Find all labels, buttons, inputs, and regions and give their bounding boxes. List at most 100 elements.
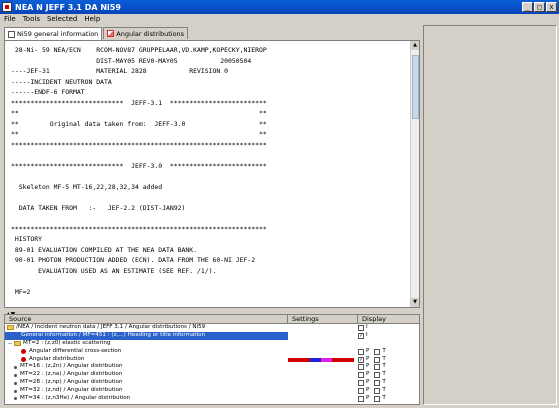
tree-display-cell: PT bbox=[358, 387, 419, 395]
display-checkbox[interactable] bbox=[358, 356, 364, 363]
colorbar-segment bbox=[310, 357, 321, 362]
tree-settings-cell[interactable] bbox=[288, 371, 358, 379]
display-checkbox-label: P bbox=[366, 379, 370, 386]
text-line: ------ENDF-6 FORMAT bbox=[11, 88, 85, 96]
tree-row[interactable]: /NEA / Incident neutron data / JEFF 3.1 … bbox=[5, 324, 419, 332]
tree-row[interactable]: General information / MF=451 : (z,...) H… bbox=[5, 331, 419, 340]
display-checkbox-label: T bbox=[382, 363, 386, 370]
tree-item-label: MT=28 : (z,np) / Angular distribution bbox=[20, 379, 123, 386]
tree-item-label: Angular differential cross-section bbox=[29, 347, 122, 354]
source-tree-panel: Source Settings Display /NEA / Incident … bbox=[4, 314, 420, 405]
display-checkbox[interactable] bbox=[358, 364, 364, 371]
display-checkbox[interactable] bbox=[358, 388, 364, 395]
column-display[interactable]: Display bbox=[358, 315, 419, 323]
tree-source-cell: − MT=2 : (z,z0) elastic scattering bbox=[5, 340, 288, 348]
display-checkbox[interactable] bbox=[358, 372, 364, 379]
display-checkbox[interactable] bbox=[374, 380, 381, 387]
tree-source-cell: MT=28 : (z,np) / Angular distribution bbox=[5, 379, 288, 387]
collapse-icon[interactable]: − bbox=[7, 340, 13, 347]
display-checkbox[interactable] bbox=[358, 348, 364, 355]
colorbar-segment bbox=[343, 357, 354, 362]
colorbar-segment bbox=[332, 357, 343, 362]
tab-label: Angular distributions bbox=[116, 29, 185, 38]
minimize-button[interactable]: _ bbox=[522, 2, 533, 12]
close-button[interactable]: x bbox=[546, 2, 557, 12]
maximize-button[interactable]: □ bbox=[534, 2, 545, 12]
display-checkbox-label: P bbox=[366, 395, 370, 402]
dataset-dot-icon bbox=[14, 389, 17, 393]
text-line: ----JEF-31 MATERIAL 2828 REVISION 0 bbox=[11, 67, 229, 75]
scroll-thumb[interactable] bbox=[412, 55, 419, 119]
tree-settings-cell[interactable] bbox=[288, 348, 358, 356]
source-tree: /NEA / Incident neutron data / JEFF 3.1 … bbox=[5, 324, 419, 403]
text-line: ***************************** JEFF-3.0 *… bbox=[11, 161, 267, 170]
tree-row[interactable]: MT=22 : (z,na) / Angular distribution P T bbox=[5, 371, 419, 379]
text-line: DIST-MAY05 REV0-MAY05 20050504 bbox=[11, 56, 252, 65]
tree-row[interactable]: Angular distributionPT bbox=[5, 356, 419, 364]
tab-angular-distributions[interactable]: Angular distributions bbox=[103, 27, 189, 39]
folder-icon bbox=[14, 341, 21, 347]
tree-settings-cell[interactable] bbox=[288, 379, 358, 387]
text-line bbox=[11, 171, 419, 182]
display-checkbox[interactable] bbox=[374, 348, 381, 355]
colorbar-segment bbox=[299, 357, 310, 362]
tree-settings-cell[interactable] bbox=[288, 324, 358, 332]
tree-row[interactable]: Angular differential cross-section P T bbox=[5, 348, 419, 356]
display-checkbox[interactable] bbox=[358, 324, 364, 331]
tree-settings-cell[interactable] bbox=[288, 340, 358, 348]
menu-selected[interactable]: Selected bbox=[43, 14, 80, 24]
info-text-area[interactable]: 28-Ni- 59 NEA/ECN RCOM-NOV87 GRUPPELAAR,… bbox=[4, 40, 420, 308]
menu-help[interactable]: Help bbox=[80, 14, 103, 24]
dataset-dot-icon bbox=[14, 365, 17, 369]
vertical-scrollbar[interactable]: ▲ ▼ bbox=[410, 41, 419, 307]
tree-row[interactable]: MT=34 : (z,n3He) / Angular distribution P… bbox=[5, 395, 419, 403]
column-settings[interactable]: Settings bbox=[288, 315, 358, 323]
scroll-down-icon[interactable]: ▼ bbox=[411, 298, 419, 307]
tab-label: Ni59 general information bbox=[17, 30, 99, 38]
tree-settings-cell[interactable] bbox=[288, 363, 358, 371]
text-line: MF=2 bbox=[11, 287, 31, 296]
display-checkbox-label: P bbox=[366, 387, 370, 394]
tree-item-label: Angular distribution bbox=[29, 355, 85, 362]
app-icon[interactable] bbox=[2, 2, 12, 12]
display-checkbox[interactable] bbox=[374, 356, 381, 363]
tree-item-label: MT=34 : (z,n3He) / Angular distribution bbox=[20, 395, 131, 402]
dataset-dot-icon bbox=[14, 373, 17, 377]
tree-settings-cell[interactable] bbox=[288, 356, 358, 364]
text-line bbox=[11, 192, 419, 203]
text-line bbox=[11, 213, 419, 224]
display-checkbox[interactable] bbox=[358, 380, 364, 387]
tree-row[interactable]: − MT=2 : (z,z0) elastic scattering bbox=[5, 340, 419, 348]
dataset-dot-icon bbox=[14, 381, 17, 385]
scroll-up-icon[interactable]: ▲ bbox=[411, 41, 419, 50]
chart-icon bbox=[107, 30, 115, 37]
display-checkbox-label: T bbox=[382, 379, 386, 386]
tree-row[interactable]: MT=28 : (z,np) / Angular distribution P T bbox=[5, 379, 419, 387]
menu-file[interactable]: File bbox=[0, 14, 19, 24]
column-source[interactable]: Source bbox=[5, 315, 288, 323]
menu-tools[interactable]: Tools bbox=[19, 14, 43, 24]
display-checkbox[interactable] bbox=[374, 395, 381, 402]
display-checkbox[interactable] bbox=[374, 364, 381, 371]
text-line: ** ** bbox=[11, 130, 267, 138]
display-checkbox[interactable] bbox=[374, 372, 381, 379]
tree-display-cell bbox=[358, 340, 419, 348]
display-checkbox-label: T bbox=[382, 387, 386, 394]
display-checkbox[interactable] bbox=[374, 388, 381, 395]
window-title: NEA N JEFF 3.1 DA Ni59 bbox=[15, 2, 121, 12]
tree-row[interactable]: MT=32 : (z,nd) / Angular distribution P T bbox=[5, 387, 419, 395]
main-pane: Ni59 general information Angular distrib… bbox=[2, 25, 420, 405]
display-checkbox-label: I bbox=[366, 331, 368, 338]
text-line: 90-01 PHOTON PRODUCTION ADDED (ECN). DAT… bbox=[11, 256, 256, 264]
tree-source-cell: MT=16 : (z,2n) / Angular distribution bbox=[5, 363, 288, 371]
tree-settings-cell[interactable] bbox=[288, 332, 358, 340]
tree-settings-cell[interactable] bbox=[288, 395, 358, 403]
display-checkbox[interactable] bbox=[358, 395, 364, 402]
tree-row[interactable]: MT=16 : (z,2n) / Angular distribution P T bbox=[5, 363, 419, 371]
tree-settings-cell[interactable] bbox=[288, 387, 358, 395]
display-checkbox[interactable] bbox=[358, 332, 364, 339]
line-style-colorbar[interactable] bbox=[288, 357, 354, 362]
tab-general-information[interactable]: Ni59 general information bbox=[4, 27, 103, 40]
tree-display-cell: PT bbox=[358, 371, 419, 379]
text-line: 89-01 EVALUATION COMPILED AT THE NEA DAT… bbox=[11, 245, 198, 254]
